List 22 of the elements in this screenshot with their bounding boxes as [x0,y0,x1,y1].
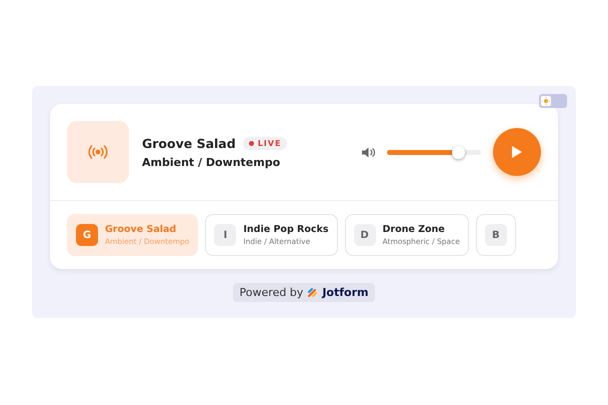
play-button[interactable] [493,128,541,176]
station-genre: Ambient / Downtempo [142,156,282,168]
station-title: Groove Salad [142,136,236,150]
station-initial: B [484,224,507,246]
station-name: Drone Zone [382,224,446,235]
theme-toggle[interactable] [539,94,567,108]
station-initial: I [214,224,236,246]
station-name: Indie Pop Rocks [243,224,329,235]
powered-by-text: Powered by [240,286,304,299]
station-name: Groove Salad [105,224,178,235]
live-badge: LIVE [242,136,288,150]
sun-icon [542,97,550,105]
powered-by-badge[interactable]: Powered by Jotform [232,283,376,302]
broadcast-icon [88,145,108,159]
play-icon [511,145,523,159]
logo-icon [307,287,318,298]
brand-name: Jotform [322,286,368,299]
volume-thumb[interactable] [452,146,464,158]
station-item[interactable]: B [476,214,516,256]
volume-icon [362,146,375,158]
station-initial: G [76,224,98,246]
station-initial: D [354,224,376,246]
